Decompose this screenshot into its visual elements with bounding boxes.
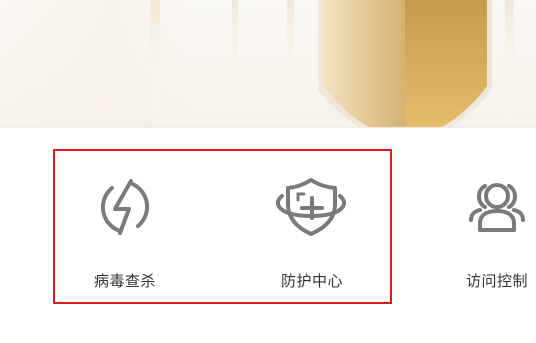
feature-protection-center[interactable]: 防护中心	[252, 176, 372, 291]
feature-access-control[interactable]: 访问控制	[437, 176, 536, 291]
users-icon	[469, 183, 525, 232]
feature-label: 防护中心	[280, 272, 343, 290]
lightning-circle-icon	[100, 179, 150, 235]
shield-plus-orbit-icon	[275, 178, 347, 236]
feature-label: 访问控制	[465, 272, 528, 290]
shield-logo-icon	[318, 0, 492, 127]
feature-label: 病毒查杀	[93, 272, 156, 290]
feature-virus-scan[interactable]: 病毒查杀	[65, 176, 185, 291]
hero-banner	[0, 0, 536, 128]
